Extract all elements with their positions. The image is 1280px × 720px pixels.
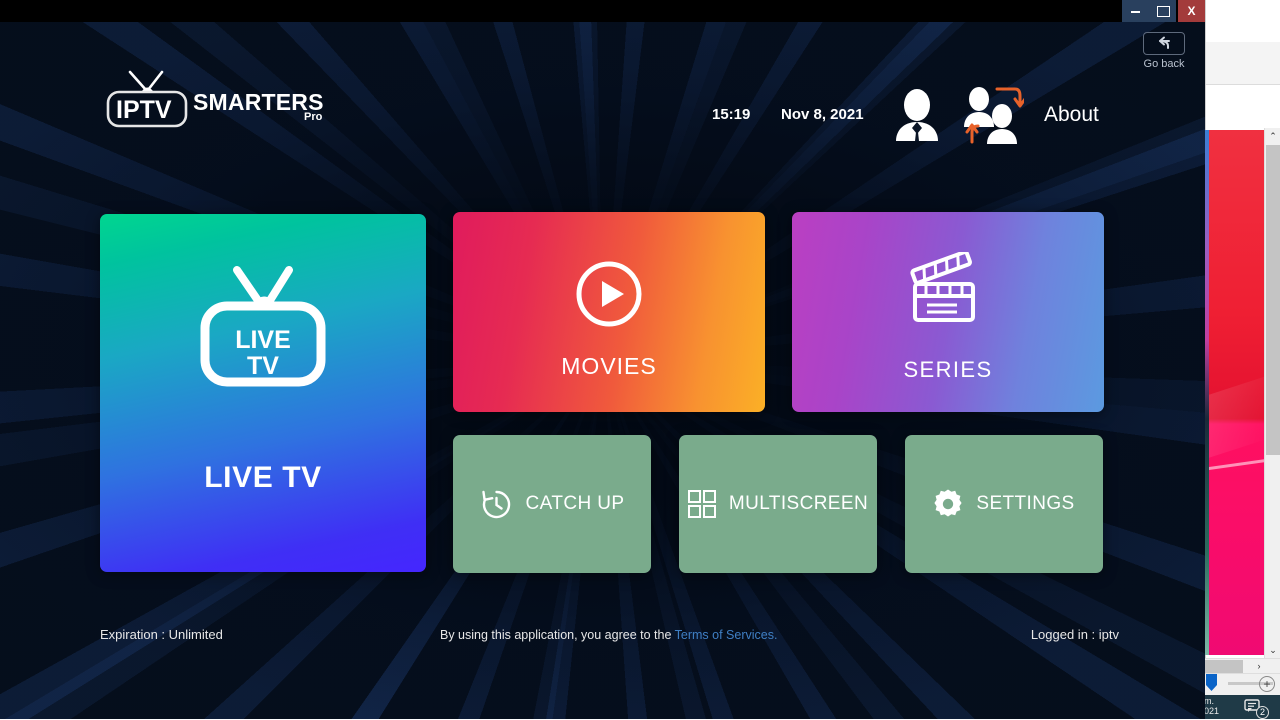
header-date: Nov 8, 2021 (781, 106, 864, 123)
zoom-in-icon[interactable]: + (1259, 676, 1275, 692)
close-button[interactable]: X (1178, 0, 1205, 22)
settings-label: SETTINGS (976, 493, 1074, 515)
go-back-button[interactable]: Go back (1135, 32, 1193, 70)
back-arrow-icon (1143, 32, 1185, 55)
multiscreen-label: MULTISCREEN (729, 493, 868, 515)
svg-text:IPTV: IPTV (116, 96, 172, 124)
about-link[interactable]: About (1044, 103, 1099, 127)
television-icon: LIVE TV (193, 262, 333, 399)
clock-rewind-icon (480, 488, 513, 521)
minimize-button[interactable] (1122, 0, 1149, 22)
background-window-titlebar (1206, 0, 1280, 30)
gear-icon (933, 489, 963, 519)
terms-prefix: By using this application, you agree to … (440, 628, 675, 642)
background-photo (1209, 130, 1265, 655)
grid-four-squares-icon (688, 490, 716, 518)
series-label: SERIES (792, 357, 1104, 383)
live-tv-label: LIVE TV (100, 461, 426, 495)
scrollbar-thumb[interactable] (1266, 145, 1280, 455)
logo-pro-badge: Pro (304, 111, 322, 123)
terms-notice: By using this application, you agree to … (440, 628, 777, 642)
background-window-ribbon (1206, 42, 1280, 85)
expiration-status: Expiration : Unlimited (100, 627, 223, 642)
scroll-up-icon[interactable]: ⌃ (1265, 128, 1280, 144)
horizontal-scrollbar[interactable]: › (1203, 658, 1280, 673)
clapperboard-icon (907, 252, 989, 337)
taskbar-date: 2021 (1199, 706, 1239, 717)
tile-settings[interactable]: SETTINGS (905, 435, 1103, 573)
logo-tv-icon: IPTV (100, 68, 192, 135)
vertical-scrollbar[interactable]: ⌃ ⌄ (1264, 128, 1280, 658)
svg-text:LIVE: LIVE (235, 326, 291, 354)
maximize-button[interactable] (1149, 0, 1176, 22)
scroll-down-icon[interactable]: ⌄ (1265, 642, 1280, 658)
tile-live-tv[interactable]: LIVE TV LIVE TV (100, 214, 426, 572)
switch-user-icon[interactable] (962, 84, 1024, 151)
tile-series[interactable]: SERIES (792, 212, 1104, 412)
tile-multiscreen[interactable]: MULTISCREEN (679, 435, 877, 573)
logged-in-status: Logged in : iptv (1031, 627, 1119, 642)
terms-of-services-link[interactable]: Terms of Services. (675, 628, 778, 642)
play-circle-icon (574, 259, 644, 334)
app-logo: IPTV SMARTERS Pro (100, 68, 280, 130)
tile-movies[interactable]: MOVIES (453, 212, 765, 412)
app-titlebar: X (0, 0, 1205, 22)
catch-up-label: CATCH UP (526, 493, 625, 515)
taskbar: . m. 2021 2 (1196, 695, 1280, 719)
header-time: 15:19 (712, 106, 750, 123)
movies-label: MOVIES (453, 353, 765, 380)
iptv-smarters-window: X Go back IPTV SMARTERS Pro 15:19 Nov 8,… (0, 0, 1205, 719)
svg-text:TV: TV (247, 352, 279, 380)
scroll-right-icon[interactable]: › (1252, 659, 1266, 674)
go-back-label: Go back (1135, 58, 1193, 70)
user-profile-icon[interactable] (893, 88, 941, 149)
notification-badge: 2 (1256, 706, 1269, 719)
tile-catch-up[interactable]: CATCH UP (453, 435, 651, 573)
hscrollbar-thumb[interactable] (1203, 660, 1243, 673)
